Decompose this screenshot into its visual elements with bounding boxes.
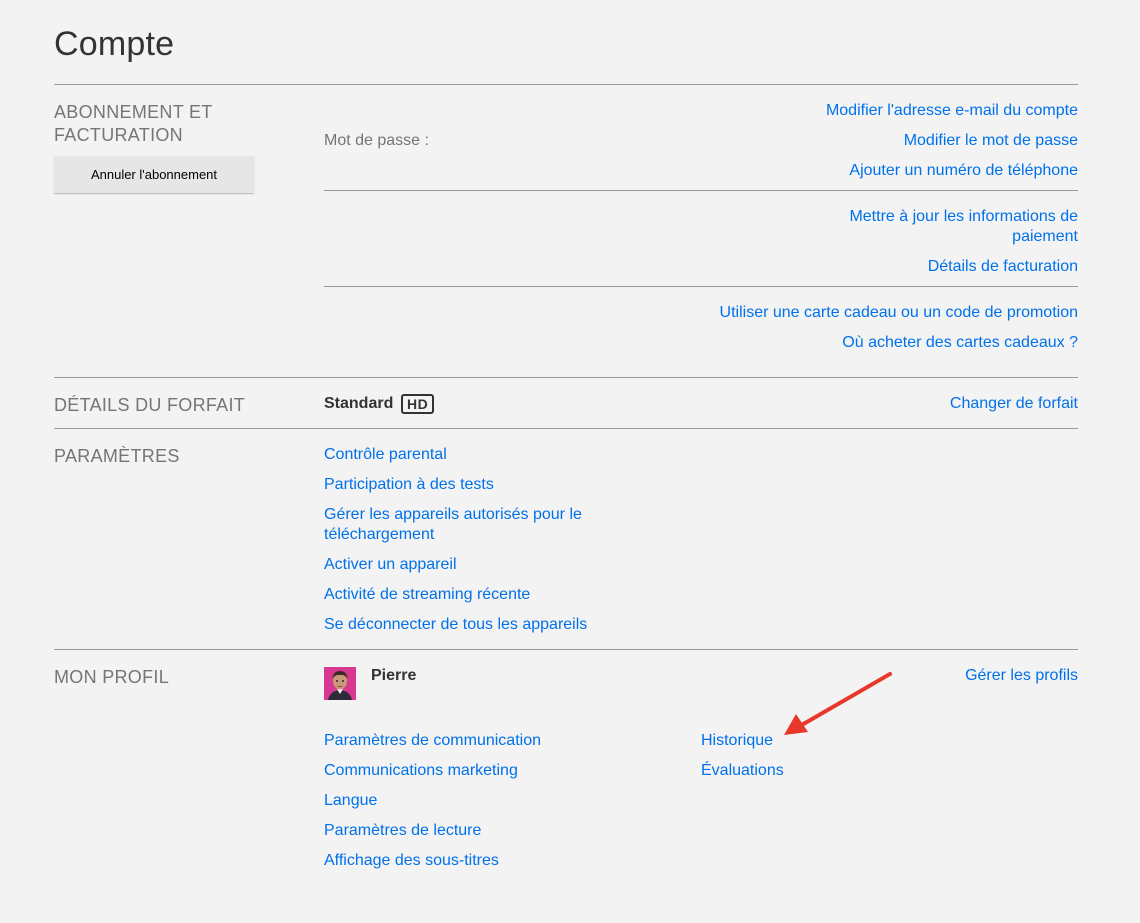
redeem-gift-link[interactable]: Utiliser une carte cadeau ou un code de … bbox=[720, 303, 1078, 323]
playback-settings-link[interactable]: Paramètres de lecture bbox=[324, 821, 481, 841]
membership-section-title: ABONNEMENT ET FACTURATION bbox=[54, 102, 213, 145]
profile-name: Pierre bbox=[371, 667, 417, 684]
manage-download-devices-link[interactable]: Gérer les appareils autorisés pour le té… bbox=[324, 505, 614, 545]
divider bbox=[54, 84, 1078, 85]
red-arrow-icon bbox=[784, 672, 892, 735]
manage-profiles-link[interactable]: Gérer les profils bbox=[965, 666, 1078, 686]
divider bbox=[54, 428, 1078, 429]
change-password-link[interactable]: Modifier le mot de passe bbox=[904, 131, 1078, 151]
buy-gift-cards-link[interactable]: Où acheter des cartes cadeaux ? bbox=[842, 333, 1078, 353]
change-email-link[interactable]: Modifier l'adresse e-mail du compte bbox=[826, 101, 1078, 121]
divider bbox=[324, 190, 1078, 191]
update-payment-link[interactable]: Mettre à jour les informations de paieme… bbox=[828, 207, 1078, 247]
password-label: Mot de passe : bbox=[324, 132, 429, 149]
ratings-link[interactable]: Évaluations bbox=[701, 761, 784, 781]
language-link[interactable]: Langue bbox=[324, 791, 377, 811]
profile-avatar-icon[interactable] bbox=[324, 667, 356, 700]
parental-controls-link[interactable]: Contrôle parental bbox=[324, 445, 447, 465]
change-plan-link[interactable]: Changer de forfait bbox=[950, 394, 1078, 414]
cancel-membership-button[interactable]: Annuler l'abonnement bbox=[54, 156, 254, 193]
recent-streaming-activity-link[interactable]: Activité de streaming récente bbox=[324, 585, 530, 605]
sign-out-all-devices-link[interactable]: Se déconnecter de tous les appareils bbox=[324, 615, 587, 635]
activate-device-link[interactable]: Activer un appareil bbox=[324, 555, 457, 575]
add-phone-link[interactable]: Ajouter un numéro de téléphone bbox=[849, 161, 1078, 181]
settings-section-title: PARAMÈTRES bbox=[54, 446, 180, 466]
hd-badge: HD bbox=[401, 394, 435, 414]
divider bbox=[54, 649, 1078, 650]
divider bbox=[54, 377, 1078, 378]
communication-settings-link[interactable]: Paramètres de communication bbox=[324, 731, 541, 751]
divider bbox=[324, 286, 1078, 287]
subtitle-appearance-link[interactable]: Affichage des sous-titres bbox=[324, 851, 499, 871]
billing-details-link[interactable]: Détails de facturation bbox=[928, 257, 1078, 277]
marketing-communications-link[interactable]: Communications marketing bbox=[324, 761, 518, 781]
page-title: Compte bbox=[54, 25, 175, 63]
plan-name: Standard bbox=[324, 395, 394, 412]
profile-section-title: MON PROFIL bbox=[54, 667, 170, 687]
test-participation-link[interactable]: Participation à des tests bbox=[324, 475, 494, 495]
viewing-activity-link[interactable]: Historique bbox=[701, 731, 773, 751]
plan-section-title: DÉTAILS DU FORFAIT bbox=[54, 395, 246, 415]
